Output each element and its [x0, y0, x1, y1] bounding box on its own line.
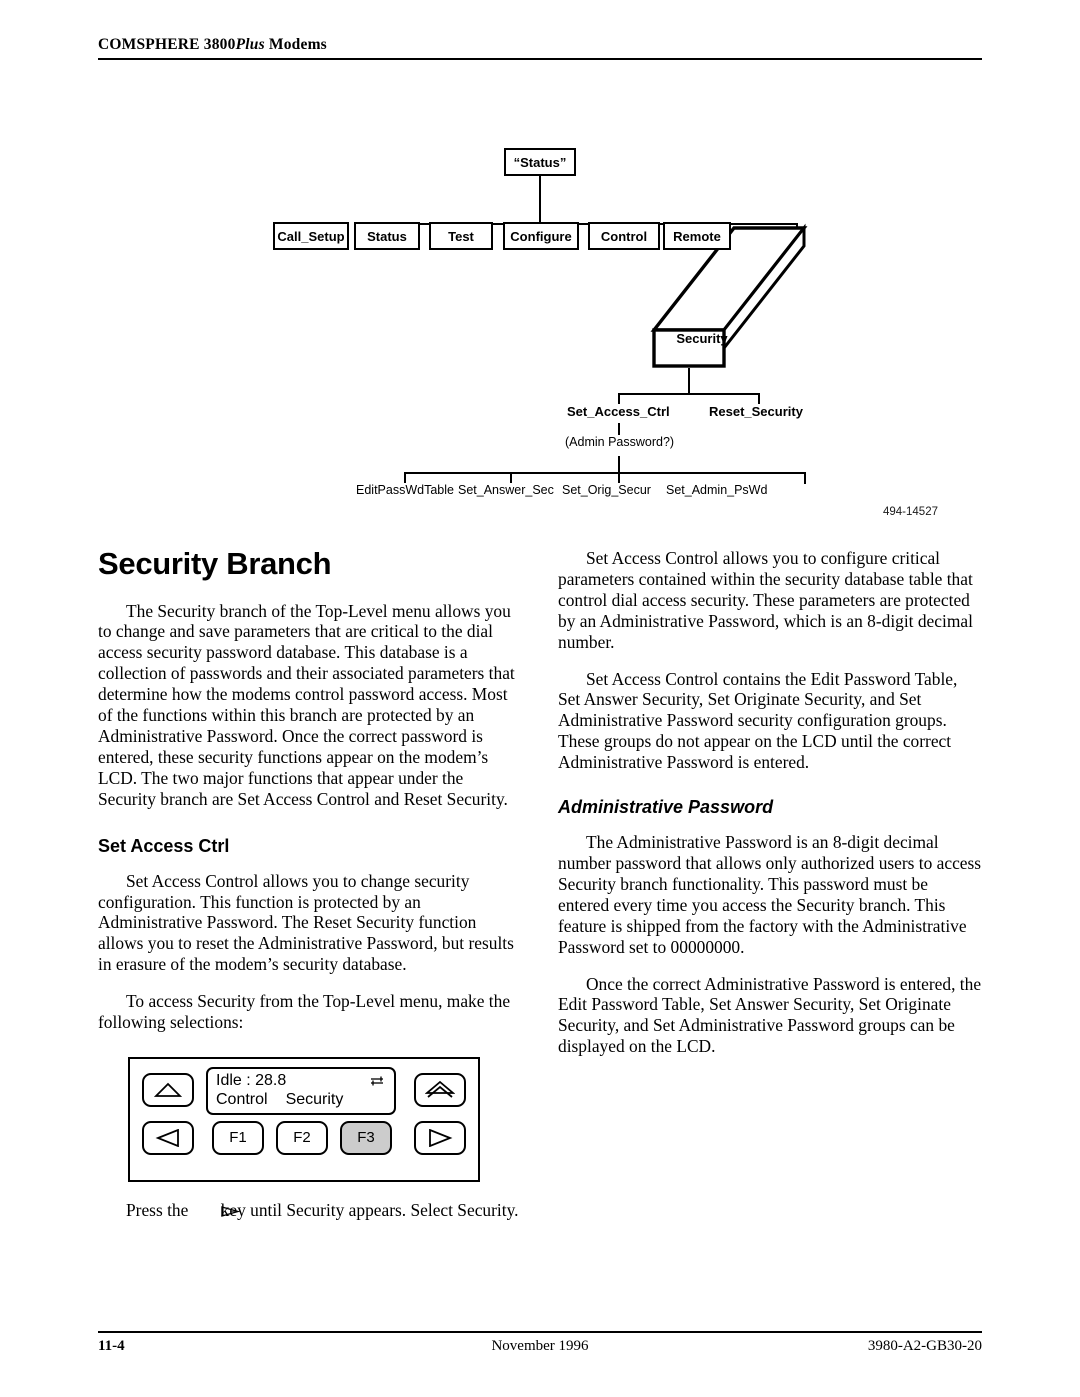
running-head-prefix: COMSPHERE 3800: [98, 36, 236, 53]
left-intro-paragraph: The Security branch of the Top-Level men…: [98, 600, 515, 809]
tree-box-call-setup: Call_Setup: [273, 222, 349, 250]
tree-box-test-label: Test: [448, 229, 474, 244]
footer-date: November 1996: [491, 1338, 589, 1354]
tree-connector-root: [539, 176, 542, 224]
function-key-f1-label: F1: [229, 1129, 247, 1147]
tree-bus-security-children: [618, 393, 759, 396]
tree-box-root-label: “Status”: [513, 155, 567, 170]
data-transfer-arrows-icon: [370, 1074, 385, 1086]
select-double-arrow-key[interactable]: [414, 1072, 466, 1107]
tree-label-set-access-ctrl: Set_Access_Ctrl: [564, 404, 673, 419]
left-paragraph-2: To access Security from the Top-Level me…: [98, 991, 511, 1033]
page-footer: 11-4 November 1996 3980-A2-GB30-20: [98, 1331, 982, 1360]
up-arrow-icon: [154, 1082, 182, 1097]
tree-box-configure-label: Configure: [510, 229, 572, 244]
tree-box-root: “Status”: [504, 148, 576, 176]
tree-box-remote-label: Remote: [673, 229, 721, 244]
tree-label-admin-password-prompt: (Admin Password?): [562, 435, 678, 449]
right-paragraph-3: The Administrative Password is an 8-digi…: [558, 832, 982, 957]
tree-label-set-orig-secur-text: Set_Orig_Secur: [562, 483, 651, 497]
tree-label-edit-passwd-table: EditPassWdTable: [353, 483, 457, 497]
tree-box-control-label: Control: [600, 229, 648, 244]
tree-box-test: Test: [429, 222, 493, 250]
tree-label-set-admin-pswd: Set_Admin_PsWd: [663, 483, 771, 497]
right-paragraph-1: Set Access Control allows you to configu…: [558, 548, 973, 652]
subsection-heading-administrative-password: Administrative Password: [558, 797, 774, 818]
tree-bus-leaf: [404, 472, 804, 475]
function-key-f1[interactable]: F1: [212, 1120, 264, 1155]
left-paragraph-1: Set Access Control allows you to change …: [98, 870, 514, 975]
modem-front-panel: F1 F2 F3 Idle : 28.8 Control Security: [128, 1056, 480, 1182]
lcd-menu-item-control: Control: [216, 1090, 268, 1108]
left-column: Security Branch The Security branch of t…: [98, 546, 522, 1237]
right-paragraph-4: Once the correct Administrative Password…: [558, 973, 982, 1057]
lcd-menu-item-security: Security: [285, 1090, 344, 1108]
tree-label-admin-password-text: (Admin Password?): [565, 435, 675, 449]
tree-label-reset-security-text: Reset_Security: [709, 404, 803, 419]
right-arrow-key[interactable]: [414, 1120, 466, 1155]
tree-label-set-answer-sec: Set_Answer_Sec: [455, 483, 557, 497]
page-header: COMSPHERE 3800Plus Modems: [98, 36, 982, 60]
tree-connector-admin-password-bottom: [618, 456, 621, 473]
tree-box-control: Control: [588, 222, 660, 250]
tree-label-set-access-ctrl-text: Set_Access_Ctrl: [567, 404, 670, 419]
tree-label-set-admin-pswd-text: Set_Admin_PsWd: [666, 483, 768, 497]
tree-connector-security-down: [688, 368, 691, 394]
left-press-key-paragraph: Press the key until Security appears. Se…: [98, 1200, 522, 1221]
tree-box-status: Status: [354, 222, 420, 250]
lcd-screen: Idle : 28.8 Control Security: [206, 1066, 396, 1115]
right-arrow-inline-icon: [192, 1201, 241, 1217]
tree-box-remote: Remote: [663, 222, 731, 250]
left-arrow-key[interactable]: [142, 1120, 194, 1155]
tree-box-configure: Configure: [503, 222, 579, 250]
up-arrow-key[interactable]: [142, 1072, 194, 1107]
lcd-line-1: Idle : 28.8: [216, 1071, 287, 1089]
lcd-line-2: Control Security: [216, 1091, 343, 1109]
select-double-arrow-icon: [425, 1080, 455, 1098]
tree-label-edit-passwd-table-text: EditPassWdTable: [356, 483, 454, 497]
running-head-suffix: Modems: [264, 36, 327, 53]
tree-box-call-setup-label: Call_Setup: [277, 229, 345, 244]
footer-rule: [98, 1331, 982, 1333]
tree-drop-leaf-4: [804, 472, 807, 484]
left-arrow-icon: [155, 1128, 179, 1147]
footer-document-number: 3980-A2-GB30-20: [867, 1338, 982, 1354]
header-rule: [98, 58, 982, 60]
tree-label-set-answer-sec-text: Set_Answer_Sec: [458, 483, 554, 497]
function-key-f3[interactable]: F3: [340, 1120, 392, 1155]
running-head-italic: Plus: [235, 36, 265, 53]
tree-label-reset-security: Reset_Security: [706, 404, 806, 419]
page-title: Security Branch: [98, 546, 332, 581]
running-head-title: COMSPHERE 3800Plus Modems: [98, 36, 982, 54]
function-key-f2-label: F2: [293, 1129, 311, 1147]
tree-label-set-orig-secur: Set_Orig_Secur: [559, 483, 654, 497]
right-column: Set Access Control allows you to configu…: [558, 548, 982, 1073]
function-key-f2[interactable]: F2: [276, 1120, 328, 1155]
press-key-suffix: key until Security appears. Select Secur…: [220, 1199, 519, 1220]
figure-id-label: 494-14527: [883, 506, 938, 518]
function-key-f3-label: F3: [357, 1129, 375, 1147]
right-paragraph-2: Set Access Control contains the Edit Pas…: [558, 668, 958, 773]
tree-box-status-label: Status: [367, 229, 407, 244]
section-heading-set-access-ctrl: Set Access Ctrl: [98, 835, 230, 856]
press-key-prefix: Press the: [126, 1199, 189, 1220]
menu-tree-figure: “Status” Call_Setup Status Test Configur…: [98, 132, 982, 532]
right-arrow-icon: [429, 1128, 453, 1147]
